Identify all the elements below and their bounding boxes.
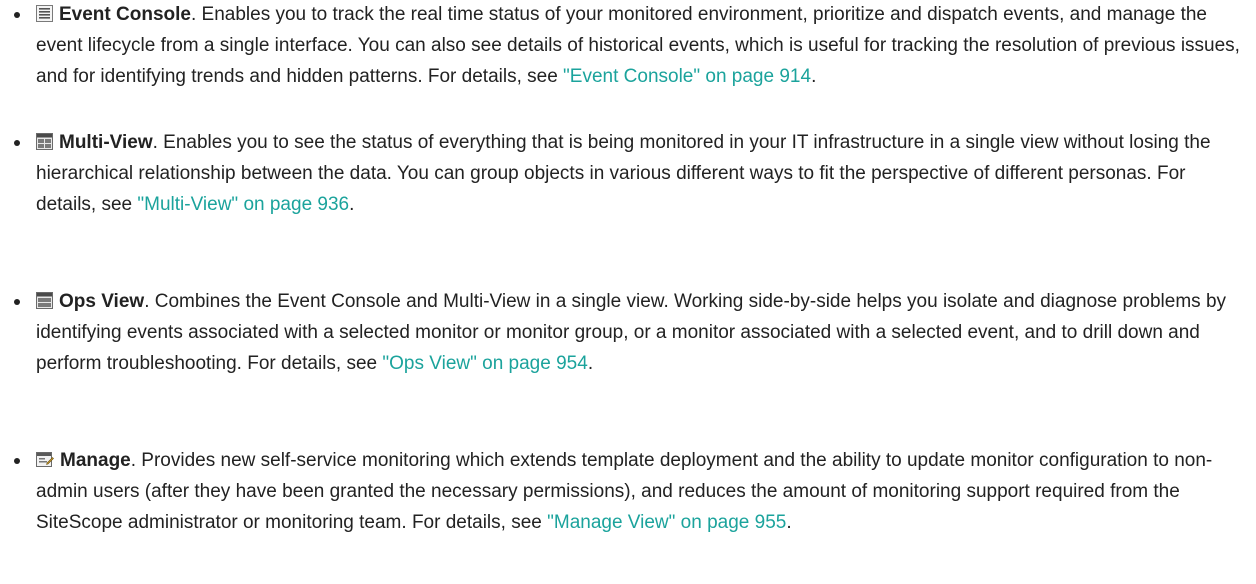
list-item-ops-view: Ops View. Combines the Event Console and… [0, 286, 1256, 379]
item-end: . [811, 66, 817, 87]
item-name: Event Console [59, 4, 191, 25]
bullet [14, 458, 20, 464]
ops-view-icon [36, 292, 53, 309]
event-console-link[interactable]: "Event Console" on page 914 [563, 66, 811, 87]
item-description: . Combines the Event Console and Multi-V… [36, 291, 1227, 374]
bullet [14, 140, 20, 146]
manage-view-link[interactable]: "Manage View" on page 955 [547, 512, 786, 533]
list-item-event-console: Event Console. Enables you to track the … [0, 0, 1256, 92]
item-name: Manage [60, 450, 131, 471]
list-item-multi-view: Multi-View. Enables you to see the statu… [0, 127, 1256, 220]
bullet [14, 12, 20, 18]
bullet [14, 299, 20, 305]
item-end: . [349, 194, 355, 215]
document-page: Event Console. Enables you to track the … [0, 0, 1256, 584]
list-item-manage: Manage. Provides new self-service monito… [0, 445, 1256, 538]
item-end: . [587, 353, 594, 374]
manage-icon [36, 450, 54, 468]
multi-view-link[interactable]: "Multi-View" on page 936 [137, 194, 349, 215]
ops-view-link[interactable]: "Ops View" on page 954 [382, 353, 587, 374]
event-console-icon [36, 5, 53, 22]
item-name: Multi-View [59, 132, 153, 153]
multi-view-icon [36, 133, 53, 150]
item-end: . [786, 512, 792, 533]
item-name: Ops View [59, 291, 145, 312]
